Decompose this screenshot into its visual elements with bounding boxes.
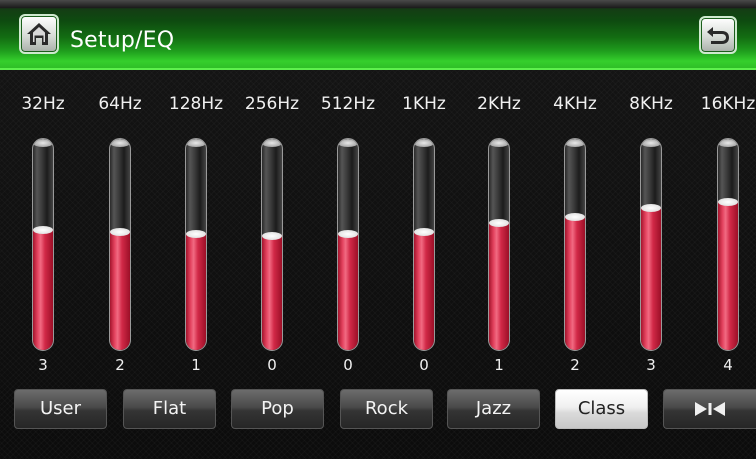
preset-button-rock[interactable]: Rock bbox=[340, 389, 433, 429]
band-level-value: 4 bbox=[723, 356, 733, 374]
slider-knob[interactable] bbox=[414, 228, 434, 236]
slider-fill bbox=[186, 233, 206, 350]
band-frequency-label: 512Hz bbox=[320, 94, 376, 114]
slider-knob[interactable] bbox=[718, 198, 738, 206]
eq-screen: Setup/EQ 32Hz 3 64Hz 2 128Hz 1 256Hz 0 512Hz 0 1KH… bbox=[0, 0, 756, 459]
balance-icon bbox=[695, 402, 725, 416]
band-level-value: 3 bbox=[38, 356, 48, 374]
preset-button-flat[interactable]: Flat bbox=[123, 389, 216, 429]
page-title: Setup/EQ bbox=[70, 28, 175, 53]
slider-fill bbox=[718, 201, 738, 350]
band-frequency-label: 8KHz bbox=[629, 94, 673, 114]
slider-fill bbox=[414, 231, 434, 350]
preset-button-class[interactable]: Class bbox=[555, 389, 648, 429]
band-frequency-label: 1KHz bbox=[402, 94, 446, 114]
preset-button-jazz[interactable]: Jazz bbox=[447, 389, 540, 429]
slider-fill bbox=[641, 207, 661, 350]
band-level-value: 3 bbox=[646, 356, 656, 374]
slider-knob[interactable] bbox=[641, 204, 661, 212]
band-slider[interactable] bbox=[640, 138, 662, 351]
band-level-value: 1 bbox=[191, 356, 201, 374]
home-icon bbox=[27, 23, 51, 45]
slider-knob[interactable] bbox=[565, 213, 585, 221]
slider-track-top bbox=[565, 139, 585, 147]
slider-knob[interactable] bbox=[262, 232, 282, 240]
slider-fill bbox=[565, 216, 585, 350]
slider-track-top bbox=[110, 139, 130, 147]
slider-track-top bbox=[489, 139, 509, 147]
slider-track-top bbox=[33, 139, 53, 147]
slider-track[interactable] bbox=[640, 138, 662, 351]
band-frequency-label: 32Hz bbox=[21, 94, 65, 114]
band-slider[interactable] bbox=[185, 138, 207, 351]
band-level-value: 0 bbox=[267, 356, 277, 374]
band-slider[interactable] bbox=[32, 138, 54, 351]
band-frequency-label: 2KHz bbox=[477, 94, 521, 114]
slider-knob[interactable] bbox=[338, 230, 358, 238]
preset-button-user[interactable]: User bbox=[14, 389, 107, 429]
slider-knob[interactable] bbox=[186, 230, 206, 238]
band-slider[interactable] bbox=[337, 138, 359, 351]
band-frequency-label: 4KHz bbox=[553, 94, 597, 114]
slider-track[interactable] bbox=[488, 138, 510, 351]
slider-track-top bbox=[414, 139, 434, 147]
slider-fill bbox=[489, 222, 509, 350]
home-button[interactable] bbox=[19, 14, 59, 54]
slider-track[interactable] bbox=[32, 138, 54, 351]
band-level-value: 0 bbox=[343, 356, 353, 374]
band-frequency-label: 64Hz bbox=[98, 94, 142, 114]
band-slider[interactable] bbox=[109, 138, 131, 351]
slider-knob[interactable] bbox=[110, 228, 130, 236]
band-level-value: 2 bbox=[570, 356, 580, 374]
band-slider[interactable] bbox=[261, 138, 283, 351]
slider-track-top bbox=[338, 139, 358, 147]
preset-button-pop[interactable]: Pop bbox=[231, 389, 324, 429]
band-slider[interactable] bbox=[413, 138, 435, 351]
band-slider[interactable] bbox=[488, 138, 510, 351]
slider-track-top bbox=[718, 139, 738, 147]
slider-track[interactable] bbox=[717, 138, 739, 351]
back-button[interactable] bbox=[699, 16, 737, 54]
back-arrow-icon bbox=[707, 27, 729, 44]
header-bar: Setup/EQ bbox=[0, 0, 756, 70]
slider-track[interactable] bbox=[109, 138, 131, 351]
slider-fill bbox=[33, 229, 53, 350]
band-level-value: 0 bbox=[419, 356, 429, 374]
band-level-value: 1 bbox=[494, 356, 504, 374]
band-frequency-label: 256Hz bbox=[244, 94, 300, 114]
band-frequency-label: 128Hz bbox=[168, 94, 224, 114]
slider-fill bbox=[110, 231, 130, 350]
slider-knob[interactable] bbox=[489, 219, 509, 227]
band-level-value: 2 bbox=[115, 356, 125, 374]
slider-fill bbox=[262, 235, 282, 350]
slider-track-top bbox=[262, 139, 282, 147]
slider-knob[interactable] bbox=[33, 226, 53, 234]
slider-track[interactable] bbox=[185, 138, 207, 351]
slider-fill bbox=[338, 233, 358, 350]
slider-track-top bbox=[641, 139, 661, 147]
slider-track[interactable] bbox=[564, 138, 586, 351]
band-slider[interactable] bbox=[717, 138, 739, 351]
slider-track[interactable] bbox=[413, 138, 435, 351]
slider-track[interactable] bbox=[337, 138, 359, 351]
slider-track-top bbox=[186, 139, 206, 147]
balance-button[interactable] bbox=[663, 389, 756, 429]
band-slider[interactable] bbox=[564, 138, 586, 351]
band-frequency-label: 16KHz bbox=[700, 94, 756, 114]
slider-track[interactable] bbox=[261, 138, 283, 351]
